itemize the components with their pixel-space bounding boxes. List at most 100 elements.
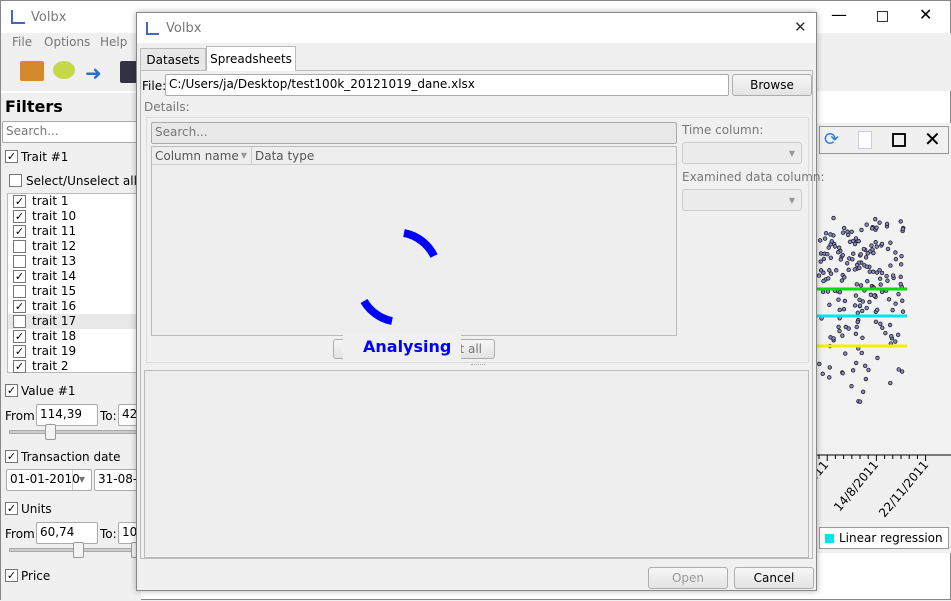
cancel-button[interactable]: Cancel (734, 567, 814, 589)
value-slider[interactable] (9, 430, 141, 434)
data-point (878, 282, 883, 287)
price-group-checkbox[interactable]: ✓ (5, 569, 18, 582)
trait-list-item[interactable]: ✓ trait 2 (8, 359, 140, 374)
trait-list-item[interactable]: ✓ trait 10 (8, 209, 140, 224)
data-point (835, 250, 841, 255)
data-point (818, 259, 823, 264)
data-point (890, 273, 896, 278)
trait-checkbox[interactable]: ✓ (13, 330, 26, 343)
data-point (867, 299, 872, 305)
data-point (877, 276, 883, 281)
menu-file[interactable]: File (12, 35, 32, 49)
value-from-input[interactable]: 114,39 (36, 404, 98, 426)
columns-search-input[interactable]: Search... (151, 122, 677, 144)
date-dropdown-button[interactable]: ▼ (72, 470, 91, 490)
dialog-close-button[interactable]: ✕ (794, 18, 807, 36)
details-label: Details: (144, 100, 190, 114)
legend-label: Linear regression (839, 531, 943, 545)
column-header-type-label: Data type (255, 149, 315, 163)
menu-options[interactable]: Options (44, 35, 90, 49)
trait-list-item[interactable]: ✓ trait 1 (8, 194, 140, 209)
trait-list-item[interactable]: trait 17 (8, 314, 140, 329)
time-column-select[interactable]: ▼ (682, 142, 802, 164)
data-point (870, 247, 875, 252)
data-point (896, 367, 901, 372)
trait-checkbox[interactable] (13, 240, 26, 253)
units-slider-handle-min[interactable] (73, 542, 84, 558)
open-folder-icon[interactable] (20, 61, 44, 81)
tab-datasets[interactable]: Datasets (140, 48, 206, 70)
undock-icon[interactable] (892, 133, 906, 147)
copy-icon[interactable] (858, 131, 872, 149)
open-button[interactable]: Open (648, 567, 728, 589)
trait-label: trait 16 (32, 299, 77, 313)
trait-checkbox[interactable] (13, 285, 26, 298)
data-point (829, 239, 834, 244)
data-point (872, 293, 877, 298)
trait-list-item[interactable]: trait 13 (8, 254, 140, 269)
file-path-input[interactable]: C:/Users/ja/Desktop/test100k_20121019_da… (165, 74, 729, 96)
menu-help[interactable]: Help (100, 35, 127, 49)
data-point (867, 269, 872, 274)
examined-column-select[interactable]: ▼ (682, 189, 802, 211)
trait-list-item[interactable]: ✓ trait 18 (8, 329, 140, 344)
data-point (880, 325, 885, 331)
data-point (831, 336, 836, 341)
date-group-checkbox[interactable]: ✓ (5, 450, 18, 463)
data-point (890, 307, 895, 313)
units-group-checkbox[interactable]: ✓ (5, 502, 18, 515)
import-icon[interactable]: ➜ (85, 61, 107, 85)
data-point (860, 389, 866, 394)
trait-checkbox[interactable]: ✓ (13, 270, 26, 283)
filters-search-input[interactable]: Search... (2, 121, 142, 143)
data-point (898, 274, 903, 280)
browse-button[interactable]: Browse (732, 74, 812, 96)
trait-list-item[interactable]: trait 15 (8, 284, 140, 299)
data-point (837, 307, 842, 313)
data-point (832, 244, 838, 249)
data-point (851, 251, 856, 256)
trait-checkbox[interactable]: ✓ (13, 195, 26, 208)
trait-list-item[interactable]: ✓ trait 14 (8, 269, 140, 284)
data-point (869, 243, 874, 248)
data-point (874, 244, 879, 249)
trait-list-item[interactable]: ✓ trait 19 (8, 344, 140, 359)
data-point (877, 267, 882, 273)
select-all-label: Select/Unselect all (26, 174, 137, 188)
minimize-button[interactable]: — (831, 5, 847, 24)
maximize-button[interactable] (877, 11, 888, 22)
close-plot-icon[interactable]: ✕ (924, 127, 941, 151)
data-point (852, 303, 858, 308)
tab-spreadsheets[interactable]: Spreadsheets (206, 46, 296, 71)
column-header-type[interactable]: Data type (252, 147, 676, 165)
trait-checkbox[interactable]: ✓ (13, 345, 26, 358)
filter-icon[interactable] (53, 61, 75, 79)
data-point (884, 273, 889, 279)
data-point (877, 220, 882, 225)
trait-list-item[interactable]: ✓ trait 16 (8, 299, 140, 314)
column-header-name[interactable]: Column name ▼ (152, 147, 252, 165)
trait-list: ✓ trait 1 ✓ trait 10 ✓ trait 11 trait 12 trait … (7, 193, 141, 373)
trait-checkbox[interactable]: ✓ (13, 360, 26, 373)
data-point (896, 291, 901, 297)
value-slider-handle[interactable] (45, 424, 56, 440)
data-point (858, 283, 864, 288)
data-point (900, 298, 905, 303)
trait-group-checkbox[interactable]: ✓ (5, 150, 18, 163)
close-button[interactable]: ✕ (919, 5, 932, 24)
trait-list-item[interactable]: ✓ trait 11 (8, 224, 140, 239)
value-group-checkbox[interactable]: ✓ (5, 384, 18, 397)
refresh-icon[interactable]: ⟳ (824, 129, 839, 150)
trait-checkbox[interactable]: ✓ (13, 225, 26, 238)
data-point (849, 229, 854, 234)
trait-list-item[interactable]: trait 12 (8, 239, 140, 254)
data-point (887, 322, 893, 328)
trait-checkbox[interactable]: ✓ (13, 210, 26, 223)
trait-checkbox[interactable] (13, 315, 26, 328)
splitter-handle[interactable] (471, 364, 485, 366)
x-tick-label: 22/11/2011 (876, 458, 931, 520)
trait-checkbox[interactable]: ✓ (13, 300, 26, 313)
select-all-checkbox[interactable] (9, 174, 22, 187)
trait-checkbox[interactable] (13, 255, 26, 268)
units-from-input[interactable]: 60,74 (36, 522, 98, 544)
